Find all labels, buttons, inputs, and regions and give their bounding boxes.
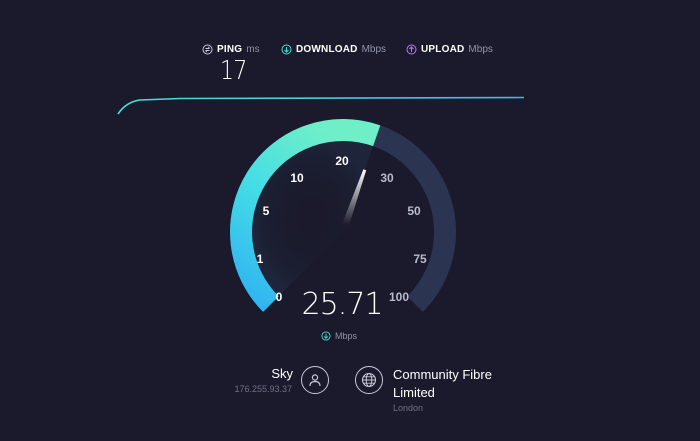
isp-ip-address: 176.255.93.37	[234, 384, 292, 394]
isp-name: Sky	[271, 366, 293, 381]
change-server-button[interactable]	[355, 366, 383, 394]
gauge-tick-5: 5	[262, 204, 270, 218]
speed-gauge	[230, 118, 456, 312]
gauge-tick-100: 100	[388, 290, 410, 304]
server-location: London	[393, 403, 424, 413]
gauge-tick-75: 75	[413, 252, 427, 266]
user-icon	[309, 374, 321, 387]
speed-unit-label: Mbps	[335, 331, 358, 341]
gauge-tick-20: 20	[335, 154, 349, 168]
user-button[interactable]	[301, 366, 329, 394]
gauge-tick-30: 30	[380, 171, 394, 185]
download-arrow-icon	[321, 331, 331, 341]
speed-unit: Mbps	[321, 331, 357, 341]
globe-icon	[361, 372, 377, 388]
gauge-tick-0: 0	[275, 290, 283, 304]
gauge-tick-50: 50	[407, 204, 421, 218]
gauge-tick-10: 10	[290, 171, 304, 185]
gauge-tick-1: 1	[256, 252, 264, 266]
server-name[interactable]: Community Fibre Limited	[393, 366, 533, 402]
current-speed-value: 25.71	[301, 287, 384, 322]
